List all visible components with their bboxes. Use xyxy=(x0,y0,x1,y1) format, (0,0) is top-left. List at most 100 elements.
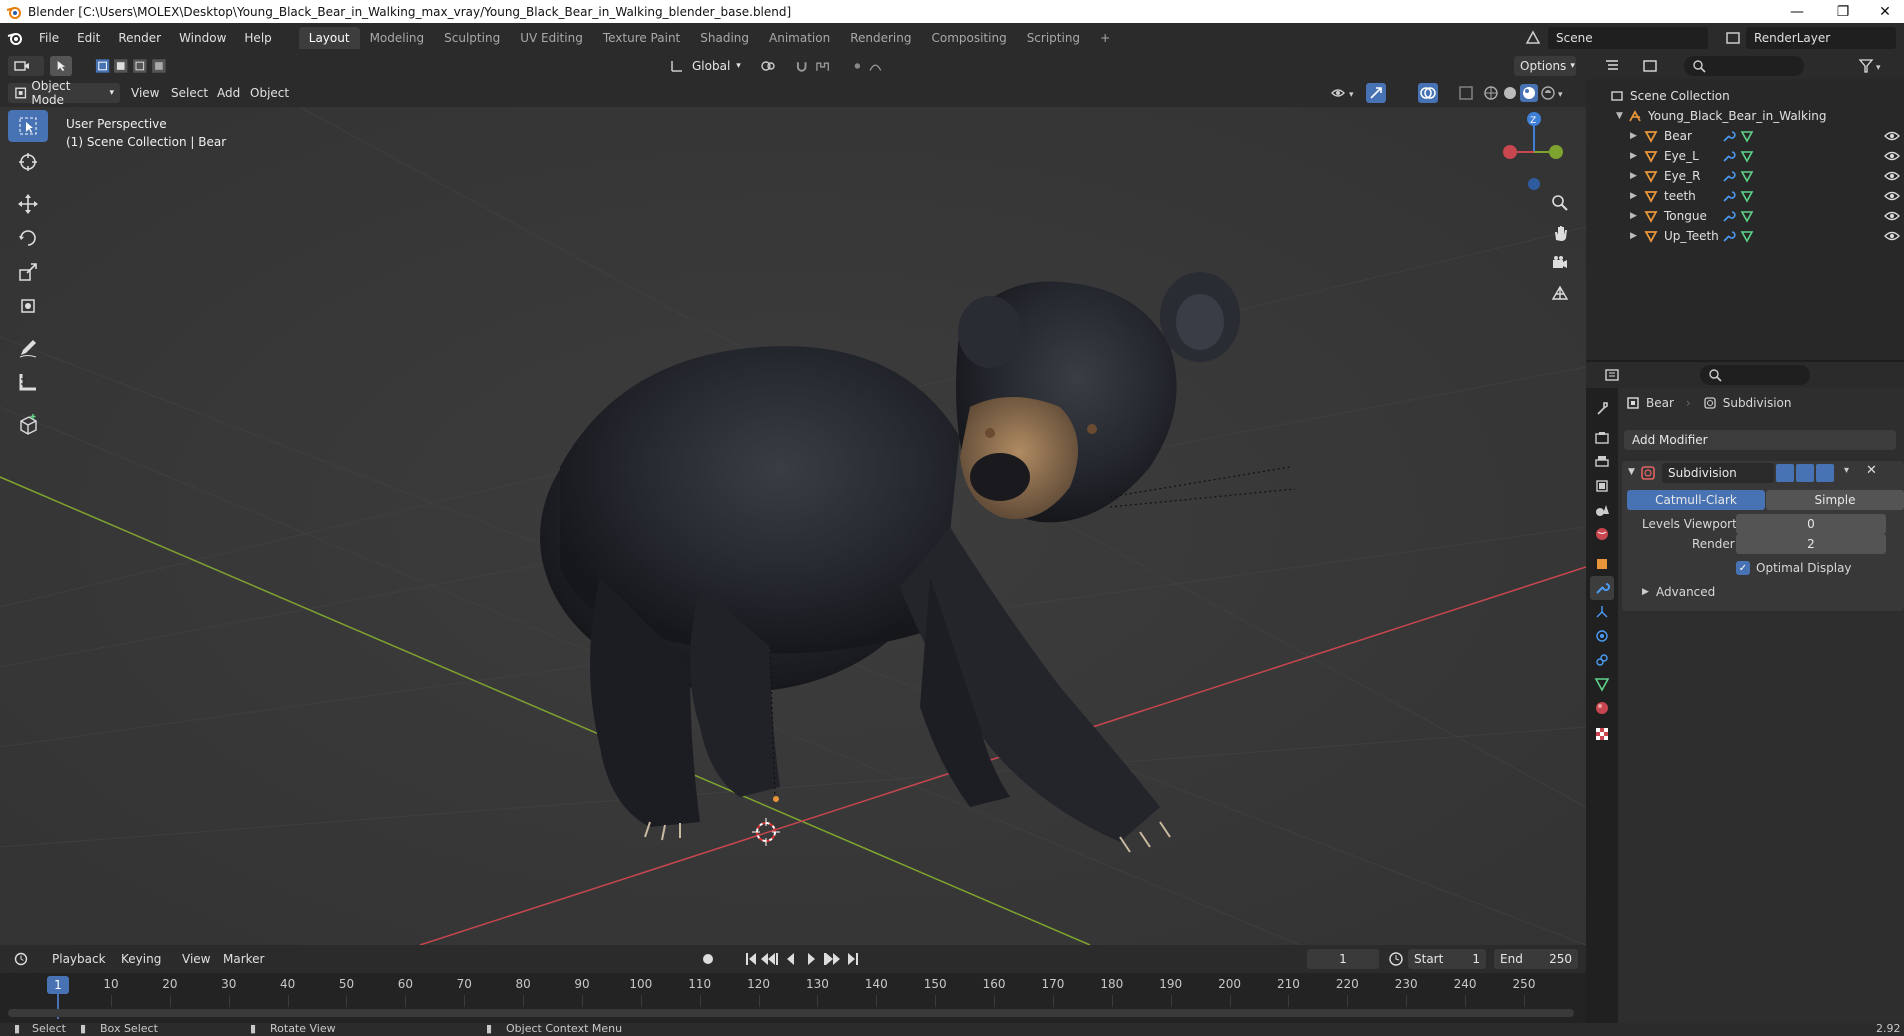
expand-triangle-icon[interactable]: ▶ xyxy=(1630,211,1640,221)
viewport-toggle-icon[interactable] xyxy=(1796,464,1814,482)
filter-icon[interactable]: ▾ xyxy=(1858,58,1886,77)
timeline-menu-keying[interactable]: Keying xyxy=(121,952,161,966)
outliner-object-row[interactable]: ▶ Eye_R xyxy=(1586,166,1904,186)
advanced-subpanel-label[interactable]: Advanced xyxy=(1656,585,1715,599)
add-workspace-button[interactable]: + xyxy=(1090,27,1120,49)
collection-row[interactable]: ▼ Young_Black_Bear_in_Walking xyxy=(1586,106,1904,126)
select-box-tool[interactable] xyxy=(8,110,48,142)
current-frame-marker[interactable]: 1 xyxy=(47,976,69,994)
object-tab[interactable] xyxy=(1590,552,1614,576)
outliner-object-row[interactable]: ▶ Eye_L xyxy=(1586,146,1904,166)
mesh-data-icon[interactable] xyxy=(1740,209,1754,223)
visibility-eye-icon[interactable] xyxy=(1884,130,1900,142)
render-layer-selector[interactable]: RenderLayer xyxy=(1746,27,1896,49)
expand-triangle-icon[interactable]: ▶ xyxy=(1630,131,1640,141)
timeline-menu-view[interactable]: View xyxy=(182,952,210,966)
scale-tool[interactable] xyxy=(8,256,48,288)
select-tool-button[interactable] xyxy=(50,56,72,76)
tab-shading[interactable]: Shading xyxy=(690,27,759,49)
record-keyframe-icon[interactable] xyxy=(700,951,718,970)
playback-controls[interactable] xyxy=(744,951,864,970)
menu-edit[interactable]: Edit xyxy=(68,23,109,53)
physics-tab[interactable] xyxy=(1590,624,1614,648)
remove-modifier-icon[interactable]: ✕ xyxy=(1866,463,1877,478)
constraints-tab[interactable] xyxy=(1590,648,1614,672)
visibility-eye-icon[interactable] xyxy=(1884,210,1900,222)
visibility-eye-icon[interactable] xyxy=(1884,150,1900,162)
tab-rendering[interactable]: Rendering xyxy=(840,27,921,49)
modifiers-tab[interactable] xyxy=(1590,576,1614,600)
menu-object[interactable]: Object xyxy=(250,86,289,100)
pan-hand-icon[interactable] xyxy=(1546,219,1574,247)
expand-triangle-icon[interactable]: ▶ xyxy=(1630,231,1640,241)
menu-view[interactable]: View xyxy=(131,86,159,100)
mesh-data-icon[interactable] xyxy=(1740,229,1754,243)
world-tab[interactable] xyxy=(1590,522,1614,546)
collapse-triangle-icon[interactable]: ▼ xyxy=(1628,467,1635,477)
timeline-scrollbar[interactable] xyxy=(8,1009,1574,1017)
modifier-wrench-icon[interactable] xyxy=(1722,189,1736,203)
data-tab[interactable] xyxy=(1590,672,1614,696)
shading-modes-icon[interactable]: ▾ xyxy=(1482,84,1568,105)
outliner-object-row[interactable]: ▶ Bear xyxy=(1586,126,1904,146)
modifier-name-field[interactable]: Subdivision xyxy=(1662,463,1774,483)
tab-texture-paint[interactable]: Texture Paint xyxy=(593,27,690,49)
pivot-point-dropdown[interactable] xyxy=(754,56,784,76)
menu-add[interactable]: Add xyxy=(217,86,240,100)
maximize-button[interactable]: ❐ xyxy=(1820,0,1866,23)
editor-type-button[interactable] xyxy=(8,56,44,76)
tab-animation[interactable]: Animation xyxy=(759,27,840,49)
material-tab[interactable] xyxy=(1590,696,1614,720)
tab-modeling[interactable]: Modeling xyxy=(360,27,435,49)
outliner-object-row[interactable]: ▶ Up_Teeth xyxy=(1586,226,1904,246)
modifier-menu-chevron-icon[interactable]: ▾ xyxy=(1844,465,1849,476)
modifier-wrench-icon[interactable] xyxy=(1722,149,1736,163)
visibility-eye-icon[interactable] xyxy=(1884,170,1900,182)
mesh-data-icon[interactable] xyxy=(1740,129,1754,143)
modifier-wrench-icon[interactable] xyxy=(1722,209,1736,223)
modifier-wrench-icon[interactable] xyxy=(1722,169,1736,183)
output-tab[interactable] xyxy=(1590,450,1614,474)
preview-range-icon[interactable] xyxy=(1388,951,1404,970)
zoom-icon[interactable] xyxy=(1546,189,1574,217)
object-mode-dropdown[interactable]: Object Mode ▾ xyxy=(8,79,120,107)
optimal-display-checkbox[interactable]: ✓ xyxy=(1736,561,1750,575)
visibility-eye-icon[interactable] xyxy=(1884,230,1900,242)
modifier-wrench-icon[interactable] xyxy=(1722,129,1736,143)
render-tab[interactable] xyxy=(1590,426,1614,450)
catmull-clark-button[interactable]: Catmull-Clark xyxy=(1627,490,1765,510)
move-tool[interactable] xyxy=(8,188,48,220)
orthographic-grid-icon[interactable] xyxy=(1546,279,1574,307)
levels-viewport-field[interactable]: 0 xyxy=(1736,514,1886,534)
xray-toggle-icon[interactable] xyxy=(1458,85,1474,104)
display-mode-dropdown[interactable] xyxy=(1636,56,1666,76)
view-layer-tab[interactable] xyxy=(1590,474,1614,498)
blender-menu-icon[interactable] xyxy=(0,30,30,46)
edit-mode-toggle-icon[interactable] xyxy=(1776,464,1794,482)
particles-tab[interactable] xyxy=(1590,600,1614,624)
expand-triangle-icon[interactable]: ▶ xyxy=(1630,151,1640,161)
tab-scripting[interactable]: Scripting xyxy=(1017,27,1090,49)
end-frame-field[interactable]: End 250 xyxy=(1494,949,1578,969)
visibility-eye-icon[interactable] xyxy=(1884,190,1900,202)
3d-viewport[interactable]: Z User Perspective (1) Scene Collection … xyxy=(0,107,1586,945)
timeline-area[interactable]: 1 10 20 30 40 50 60 70 80 90 100 110 120 130 140 150 160… xyxy=(0,973,1586,1023)
cursor-tool[interactable] xyxy=(8,146,48,178)
properties-search-input[interactable] xyxy=(1700,365,1810,385)
simple-button[interactable]: Simple xyxy=(1766,490,1904,510)
menu-file[interactable]: File xyxy=(30,23,68,53)
render-toggle-icon[interactable] xyxy=(1816,464,1834,482)
mesh-data-icon[interactable] xyxy=(1740,169,1754,183)
add-cube-tool[interactable] xyxy=(8,408,48,440)
expand-triangle-icon[interactable]: ▼ xyxy=(1616,111,1626,121)
transform-orientation-dropdown[interactable]: Global ▾ xyxy=(686,56,746,76)
proportional-editing-toggle[interactable] xyxy=(846,56,894,76)
start-frame-field[interactable]: Start 1 xyxy=(1408,949,1486,969)
tool-tab[interactable] xyxy=(1590,396,1614,420)
advanced-expand-icon[interactable]: ▶ xyxy=(1642,587,1649,597)
annotate-tool[interactable] xyxy=(8,332,48,364)
mesh-data-icon[interactable] xyxy=(1740,149,1754,163)
modifier-wrench-icon[interactable] xyxy=(1722,229,1736,243)
tab-sculpting[interactable]: Sculpting xyxy=(434,27,510,49)
options-dropdown[interactable]: Options ▾ xyxy=(1514,56,1576,76)
